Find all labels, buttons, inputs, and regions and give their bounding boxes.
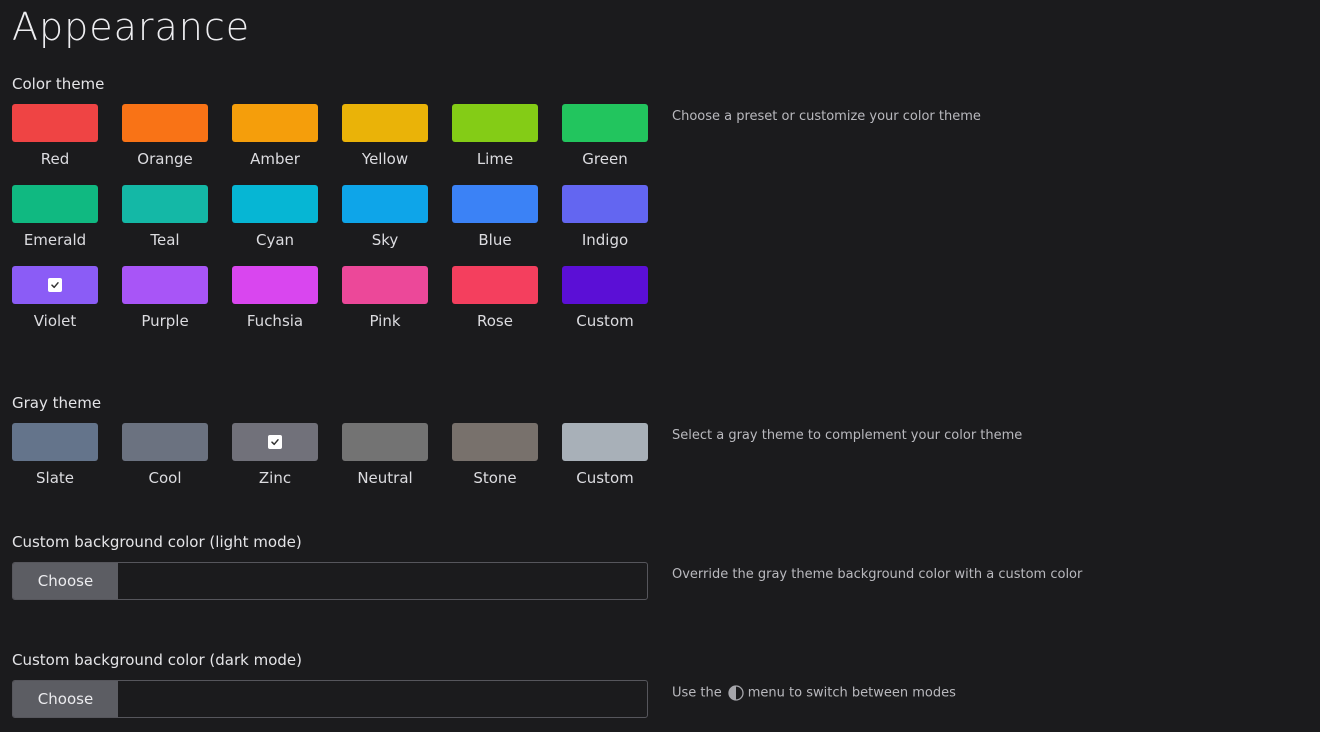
bg-light-label: Custom background color (light mode) [12, 533, 302, 551]
color-swatch-color[interactable] [342, 104, 428, 142]
color-swatch-color[interactable] [12, 266, 98, 304]
color-swatch-label: Custom [576, 312, 634, 330]
gray-swatch-label: Zinc [258, 469, 292, 487]
bg-dark-file-field[interactable] [118, 681, 647, 717]
color-swatch-label: Orange [137, 150, 193, 168]
color-swatch-label: Purple [141, 312, 189, 330]
color-swatch-color[interactable] [12, 185, 98, 223]
gray-swatch-slate[interactable]: Slate [12, 423, 98, 489]
color-swatch-color[interactable] [232, 104, 318, 142]
color-swatch-color[interactable] [562, 104, 648, 142]
gray-swatch-color[interactable] [232, 423, 318, 461]
bg-dark-hint-after: menu to switch between modes [747, 685, 956, 701]
color-swatch-cyan[interactable]: Cyan [232, 185, 318, 251]
gray-swatch-color[interactable] [562, 423, 648, 461]
color-swatch-label: Rose [477, 312, 513, 330]
color-swatch-label: Lime [476, 150, 514, 168]
gray-swatch-label: Neutral [357, 469, 413, 487]
gray-swatch-label: Custom [576, 469, 634, 487]
color-swatch-label: Teal [150, 231, 180, 249]
gray-theme-swatches: Slate Cool Zinc Neutral Stone Custom [12, 423, 648, 489]
gray-swatch-label: Cool [148, 469, 182, 487]
gray-swatch-zinc[interactable]: Zinc [232, 423, 318, 489]
page-title: Appearance [12, 5, 251, 49]
gray-swatch-label: Slate [36, 469, 74, 487]
gray-swatch-cool[interactable]: Cool [122, 423, 208, 489]
color-swatch-color[interactable] [232, 266, 318, 304]
appearance-page: Appearance Color theme Red Orange Amber Yel… [0, 0, 1320, 732]
color-swatch-label: Indigo [581, 231, 629, 249]
color-theme-hint: Choose a preset or customize your color … [672, 109, 981, 124]
color-swatch-color[interactable] [452, 266, 538, 304]
color-swatch-label: Green [582, 150, 628, 168]
color-swatch-color[interactable] [562, 266, 648, 304]
color-swatch-fuchsia[interactable]: Fuchsia [232, 266, 318, 332]
color-swatch-color[interactable] [12, 104, 98, 142]
color-swatch-custom[interactable]: Custom [562, 266, 648, 332]
bg-dark-choose-button[interactable]: Choose [13, 681, 118, 717]
color-swatch-label: Amber [250, 150, 300, 168]
color-swatch-amber[interactable]: Amber [232, 104, 318, 170]
bg-dark-hint-before: Use the [672, 685, 722, 701]
color-swatch-color[interactable] [562, 185, 648, 223]
bg-dark-hint: Use the menu to switch between modes [672, 685, 956, 702]
color-swatch-color[interactable] [232, 185, 318, 223]
bg-light-hint: Override the gray theme background color… [672, 567, 1083, 582]
color-swatch-indigo[interactable]: Indigo [562, 185, 648, 251]
color-swatch-color[interactable] [452, 104, 538, 142]
color-swatch-rose[interactable]: Rose [452, 266, 538, 332]
color-swatch-color[interactable] [122, 266, 208, 304]
color-swatch-color[interactable] [342, 185, 428, 223]
color-swatch-violet[interactable]: Violet [12, 266, 98, 332]
half-circle-contrast-icon [728, 685, 744, 701]
gray-swatch-color[interactable] [122, 423, 208, 461]
gray-swatch-color[interactable] [452, 423, 538, 461]
color-theme-swatches: Red Orange Amber Yellow Lime Green Emerald Teal… [12, 104, 648, 332]
color-swatch-sky[interactable]: Sky [342, 185, 428, 251]
color-swatch-color[interactable] [122, 104, 208, 142]
color-swatch-emerald[interactable]: Emerald [12, 185, 98, 251]
color-swatch-label: Emerald [23, 231, 87, 249]
checkmark-icon [48, 278, 62, 292]
gray-swatch-label: Stone [473, 469, 517, 487]
bg-dark-file-input[interactable]: Choose [12, 680, 648, 718]
color-swatch-red[interactable]: Red [12, 104, 98, 170]
gray-swatch-stone[interactable]: Stone [452, 423, 538, 489]
color-swatch-label: Sky [371, 231, 399, 249]
color-swatch-label: Fuchsia [246, 312, 304, 330]
color-swatch-yellow[interactable]: Yellow [342, 104, 428, 170]
gray-theme-label: Gray theme [12, 394, 102, 412]
color-swatch-color[interactable] [122, 185, 208, 223]
color-swatch-label: Pink [369, 312, 401, 330]
color-swatch-teal[interactable]: Teal [122, 185, 208, 251]
bg-light-file-input[interactable]: Choose [12, 562, 648, 600]
color-swatch-color[interactable] [452, 185, 538, 223]
color-swatch-lime[interactable]: Lime [452, 104, 538, 170]
color-swatch-label: Violet [33, 312, 77, 330]
color-swatch-blue[interactable]: Blue [452, 185, 538, 251]
color-swatch-green[interactable]: Green [562, 104, 648, 170]
color-swatch-label: Blue [478, 231, 512, 249]
color-swatch-purple[interactable]: Purple [122, 266, 208, 332]
color-swatch-orange[interactable]: Orange [122, 104, 208, 170]
bg-light-choose-button[interactable]: Choose [13, 563, 118, 599]
checkmark-icon [268, 435, 282, 449]
color-swatch-label: Yellow [361, 150, 409, 168]
gray-theme-hint: Select a gray theme to complement your c… [672, 428, 1023, 443]
color-swatch-label: Cyan [255, 231, 295, 249]
gray-swatch-color[interactable] [342, 423, 428, 461]
gray-swatch-color[interactable] [12, 423, 98, 461]
color-swatch-color[interactable] [342, 266, 428, 304]
color-theme-label: Color theme [12, 75, 105, 93]
gray-swatch-custom[interactable]: Custom [562, 423, 648, 489]
color-swatch-label: Red [40, 150, 70, 168]
color-swatch-pink[interactable]: Pink [342, 266, 428, 332]
bg-dark-label: Custom background color (dark mode) [12, 651, 303, 669]
gray-swatch-neutral[interactable]: Neutral [342, 423, 428, 489]
bg-light-file-field[interactable] [118, 563, 647, 599]
